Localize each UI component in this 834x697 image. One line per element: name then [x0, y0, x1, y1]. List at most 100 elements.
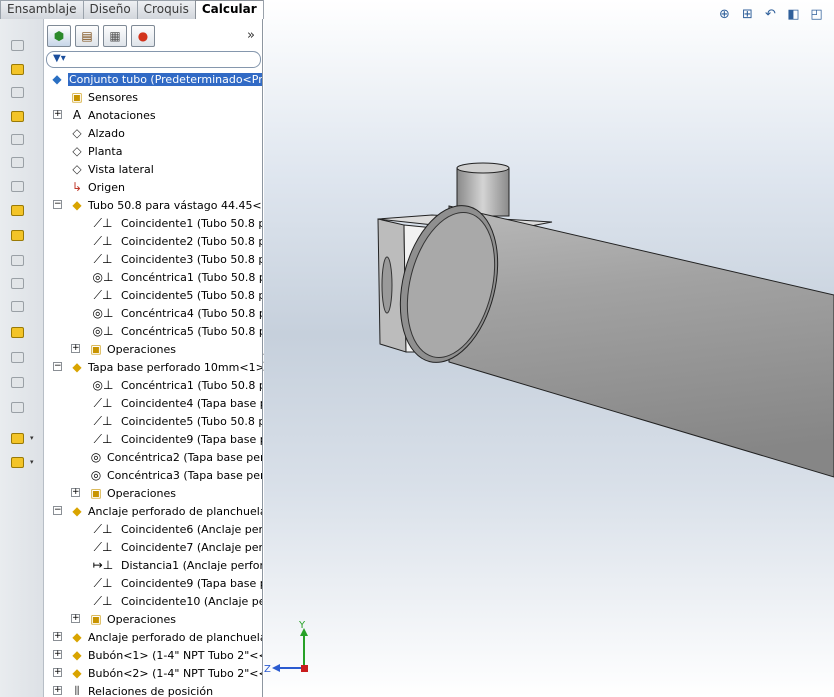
tree-item[interactable]: ◇ Vista lateral: [44, 160, 262, 178]
expand-icon[interactable]: +: [53, 668, 62, 677]
explode-line-sketch-icon[interactable]: [8, 298, 26, 314]
coincident-mate-icon: ⟋⊥: [93, 575, 113, 590]
tree-item[interactable]: ▣ Sensores: [44, 88, 262, 106]
tree-item-label: Concéntrica4 (Tubo 50.8 para: [121, 306, 262, 320]
hole-alignment-icon[interactable]: [8, 374, 26, 390]
bill-of-materials-icon[interactable]: [8, 252, 26, 268]
tab-croquis[interactable]: Croquis: [136, 0, 196, 19]
assembly-features-icon[interactable]: [8, 178, 26, 194]
collapse-icon[interactable]: −: [53, 362, 62, 371]
collapse-icon[interactable]: −: [53, 506, 62, 515]
concentric-mate-icon: ◎: [90, 450, 102, 464]
expand-panel-icon[interactable]: »: [247, 28, 255, 43]
tab-calcular[interactable]: Calcular: [194, 0, 264, 19]
expand-icon[interactable]: +: [53, 686, 62, 695]
graphics-area[interactable]: ⊕ ⊞ ↶ ◧ ◰ Y Z: [264, 0, 834, 697]
tree-item-label: Concéntrica2 (Tapa base perfora: [107, 450, 263, 464]
tree-item[interactable]: ◆ Conjunto tubo (Predeterminado<Predet: [44, 70, 262, 88]
tree-item[interactable]: ◇ Alzado: [44, 124, 262, 142]
tree-item[interactable]: ↳ Origen: [44, 178, 262, 196]
tree-item[interactable]: ◎⊥ Concéntrica5 (Tubo 50.8 para: [44, 322, 262, 340]
dropdown-caret-icon[interactable]: ▾: [30, 434, 34, 442]
tree-item[interactable]: ◎⊥ Concéntrica1 (Tubo 50.8 para: [44, 268, 262, 286]
featuremanager-panel: ⬢ ▤ ▦ ● » ▼▾ ◆ Conjunto tubo (Predeterminado…: [44, 19, 263, 697]
smart-fasteners-icon[interactable]: [8, 108, 26, 124]
instant3d-icon[interactable]: ▾: [8, 430, 34, 446]
tree-item[interactable]: ◎⊥ Concéntrica1 (Tubo 50.8 para: [44, 376, 262, 394]
tree-item[interactable]: ◎ Concéntrica2 (Tapa base perfora: [44, 448, 263, 466]
tree-item[interactable]: − ◆ Anclaje perforado de planchuela<1>: [44, 502, 262, 520]
tree-item[interactable]: ◇ Planta: [44, 142, 262, 160]
tree-item[interactable]: − ◆ Tapa base perforado 10mm<1> (Bas: [44, 358, 262, 376]
configurationmanager-tab-icon[interactable]: ▦: [103, 25, 127, 47]
tree-item[interactable]: ⟋⊥ Coincidente9 (Tapa base perf: [44, 430, 262, 448]
main-tube[interactable]: [385, 195, 834, 478]
expand-icon[interactable]: +: [71, 344, 80, 353]
part-icon: ◆: [72, 648, 82, 662]
mate-icon[interactable]: [8, 61, 26, 77]
tree-item[interactable]: ⟋⊥ Coincidente5 (Tubo 50.8 para: [44, 286, 262, 304]
tree-item[interactable]: ⟋⊥ Coincidente4 (Tapa base perf: [44, 394, 262, 412]
tree-item[interactable]: ⟋⊥ Coincidente1 (Tubo 50.8 para: [44, 214, 262, 232]
displaymanager-tab-icon[interactable]: ●: [131, 25, 155, 47]
tree-item-label: Anclaje perforado de planchuela<2>: [88, 630, 262, 644]
assembly-icon: ◆: [52, 72, 62, 86]
tree-item[interactable]: + A Anotaciones: [44, 106, 262, 124]
tree-item[interactable]: ⟋⊥ Coincidente6 (Anclaje perfora: [44, 520, 262, 538]
expand-icon[interactable]: +: [53, 110, 62, 119]
tree-item[interactable]: ⟋⊥ Coincidente10 (Anclaje perfo: [44, 592, 262, 610]
clearance-verification-icon[interactable]: [8, 349, 26, 365]
measure-icon[interactable]: [8, 399, 26, 415]
tree-item[interactable]: ◎ Concéntrica3 (Tapa base perfora: [44, 466, 263, 484]
tree-item[interactable]: ↦⊥ Distancia1 (Anclaje perforado: [44, 556, 262, 574]
show-hidden-icon[interactable]: [8, 154, 26, 170]
tree-item[interactable]: ⟋⊥ Coincidente3 (Tubo 50.8 para: [44, 250, 262, 268]
tree-item[interactable]: ◎⊥ Concéntrica4 (Tubo 50.8 para: [44, 304, 262, 322]
tree-item-label: Operaciones: [107, 612, 176, 626]
tree-filter-input[interactable]: ▼▾: [46, 51, 261, 68]
coincident-mate-icon: ⟋⊥: [93, 287, 113, 302]
expand-icon[interactable]: +: [53, 650, 62, 659]
tree-item[interactable]: + ◆ Bubón<2> (1-4" NPT Tubo 2"<<1-4': [44, 664, 262, 682]
move-component-icon[interactable]: [8, 131, 26, 147]
tree-item-label: Concéntrica3 (Tapa base perfora: [107, 468, 263, 482]
coincident-mate-icon: ⟋⊥: [93, 431, 113, 446]
tree-item-label: Coincidente7 (Anclaje perfora: [121, 540, 263, 554]
tree-item[interactable]: + ▣ Operaciones: [44, 340, 262, 358]
coincident-mate-icon: ⟋⊥: [93, 539, 113, 554]
tree-item[interactable]: ⟋⊥ Coincidente5 (Tubo 50.8 para: [44, 412, 262, 430]
tree-item[interactable]: − ◆ Tubo 50.8 para vástago 44.45<1> (: [44, 196, 262, 214]
filter-icon[interactable]: ▼▾: [53, 53, 66, 64]
tree-item[interactable]: + ◆ Anclaje perforado de planchuela<2>: [44, 628, 262, 646]
tree-item-label: Sensores: [88, 90, 138, 104]
expand-icon[interactable]: +: [71, 614, 80, 623]
tree-item[interactable]: + ▣ Operaciones: [44, 610, 262, 628]
tree-item-label: Conjunto tubo (Predeterminado<Predet: [68, 72, 262, 86]
expand-icon[interactable]: +: [53, 632, 62, 641]
coincident-mate-icon: ⟋⊥: [93, 215, 113, 230]
tab-diseño[interactable]: Diseño: [82, 0, 138, 19]
new-motion-study-icon[interactable]: [8, 227, 26, 243]
collapse-icon[interactable]: −: [53, 200, 62, 209]
assembly-model[interactable]: [264, 0, 834, 697]
plane-icon: ◇: [72, 144, 82, 158]
interference-detection-icon[interactable]: [8, 324, 26, 340]
dropdown-caret-icon[interactable]: ▾: [30, 458, 34, 466]
tree-item[interactable]: + ▣ Operaciones: [44, 484, 262, 502]
tree-item[interactable]: + ⦀ Relaciones de posición: [44, 682, 262, 697]
tree-item[interactable]: ⟋⊥ Coincidente7 (Anclaje perfora: [44, 538, 263, 556]
coincident-mate-icon: ⟋⊥: [93, 395, 113, 410]
tree-item[interactable]: ⟋⊥ Coincidente2 (Tubo 50.8 para: [44, 232, 262, 250]
tree-item-label: Coincidente2 (Tubo 50.8 para: [121, 234, 262, 248]
tree-item[interactable]: + ◆ Bubón<1> (1-4" NPT Tubo 2"<<1-4': [44, 646, 262, 664]
tab-ensamblaje[interactable]: Ensamblaje: [0, 0, 84, 19]
curve-icon[interactable]: ▾: [8, 454, 34, 470]
tree-item[interactable]: ⟋⊥ Coincidente9 (Tapa base perf: [44, 574, 262, 592]
reference-geometry-icon[interactable]: [8, 202, 26, 218]
expand-icon[interactable]: +: [71, 488, 80, 497]
exploded-view-icon[interactable]: [8, 275, 26, 291]
propertymanager-tab-icon[interactable]: ▤: [75, 25, 99, 47]
insert-component-icon[interactable]: [8, 37, 26, 53]
linear-pattern-icon[interactable]: [8, 84, 26, 100]
featuremanager-tab-icon[interactable]: ⬢: [47, 25, 71, 47]
